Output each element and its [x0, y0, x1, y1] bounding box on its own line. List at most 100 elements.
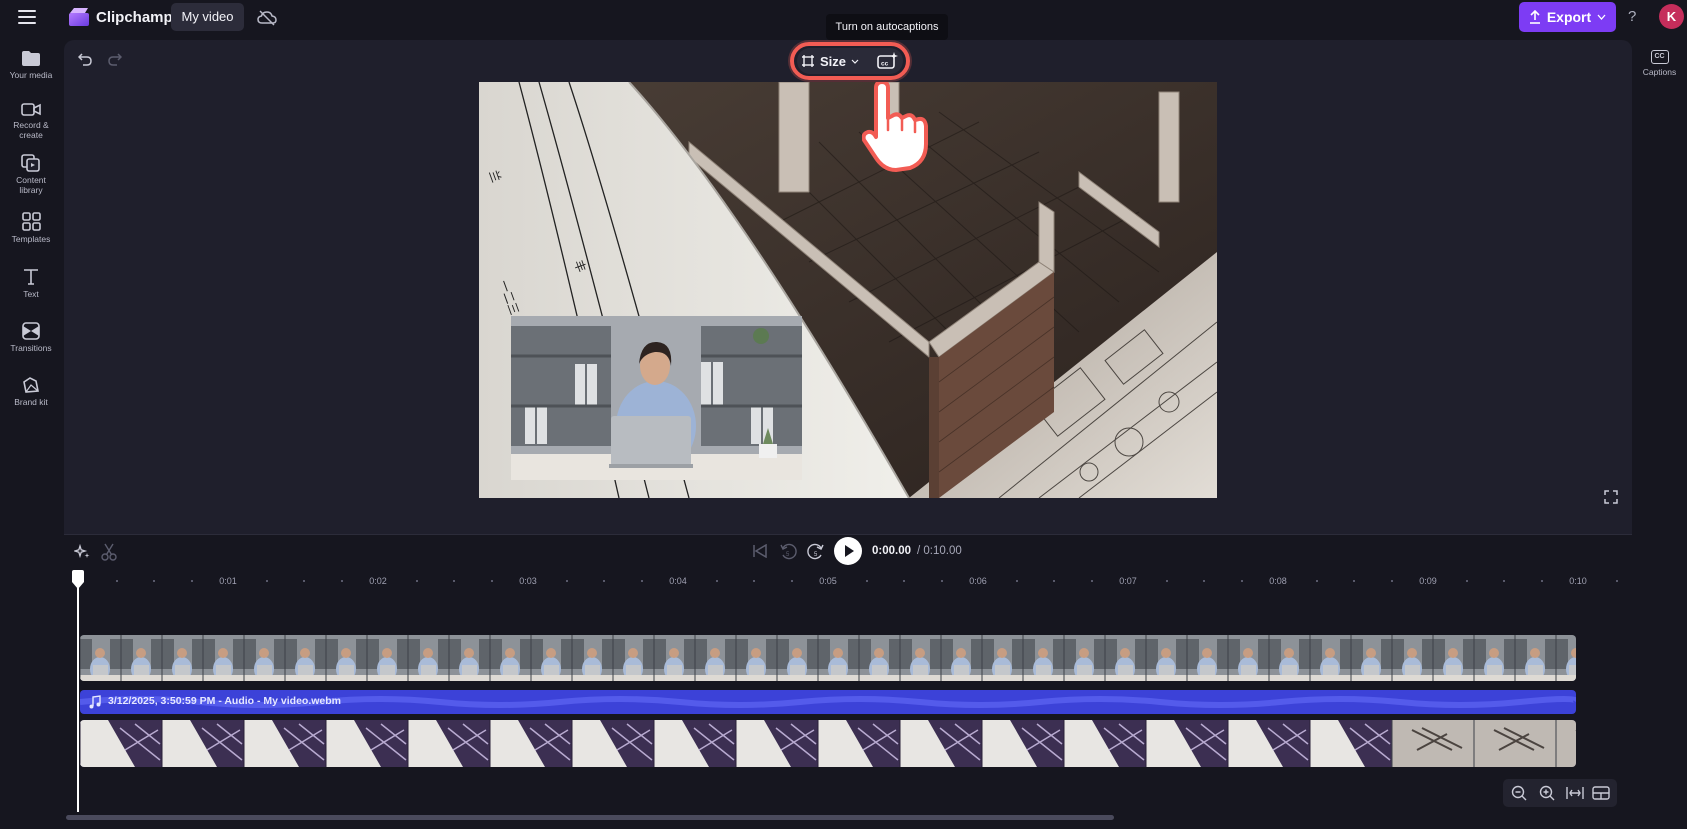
ruler-tick-dot	[1465, 580, 1468, 582]
main-thumbnail	[161, 720, 244, 767]
size-label: Size	[820, 53, 847, 69]
ruler-tick-dot	[115, 580, 118, 582]
overlay-thumbnail	[489, 635, 531, 681]
captions-icon: CC	[1650, 50, 1669, 64]
main-thumbnail	[571, 720, 654, 767]
playhead-line[interactable]	[77, 580, 79, 812]
forward-5-icon[interactable]: 5	[807, 542, 825, 560]
overlay-thumbnail	[80, 635, 121, 681]
export-button[interactable]: Export	[1519, 2, 1616, 32]
undo-icon[interactable]	[78, 52, 92, 66]
overlay-thumbnail	[325, 635, 367, 681]
timeline-ruler[interactable]: 0:01 0:02 0:03 0:04 0:05 0:06 0:07 0:08 0:09 0:10	[64, 570, 1632, 592]
main-thumbnail	[1145, 720, 1228, 767]
picture-in-picture-clip[interactable]	[511, 316, 802, 480]
left-sidebar: Your media Record & create Content libra…	[0, 40, 62, 460]
svg-text:5: 5	[786, 552, 790, 558]
svg-text:cc: cc	[881, 61, 889, 68]
video-track-main-clip[interactable]	[80, 720, 1576, 767]
overlay-thumbnail	[530, 635, 572, 681]
ruler-tick-dot	[715, 580, 718, 582]
overlay-thumbnail	[407, 635, 449, 681]
sidebar-item-content-library[interactable]: Content library	[0, 154, 62, 195]
autocaptions-button[interactable]: cc	[876, 51, 898, 71]
ruler-tick-dot	[1615, 580, 1618, 582]
rewind-5-icon[interactable]: 5	[779, 542, 797, 560]
ruler-tick-dot	[303, 580, 305, 582]
sidebar-label: Brand kit	[14, 397, 48, 407]
overlay-thumbnail	[243, 635, 285, 681]
clipchamp-editor: Clipchamp My video Export ? K Your media…	[0, 0, 1687, 829]
main-thumbnail	[653, 720, 736, 767]
avatar[interactable]: K	[1659, 4, 1684, 29]
ruler-tick-dot	[490, 580, 493, 582]
captions-panel-button[interactable]: CC Captions	[1632, 50, 1687, 77]
menu-icon[interactable]	[18, 10, 36, 24]
overlay-thumbnail	[1227, 635, 1269, 681]
pip-frame	[511, 316, 802, 480]
preview-toolbar: Size cc	[797, 48, 903, 74]
overlay-thumbnail	[202, 635, 244, 681]
sidebar-item-your-media[interactable]: Your media	[0, 50, 62, 80]
overlay-thumbnail	[120, 635, 162, 681]
skip-back-icon[interactable]	[752, 544, 768, 558]
timeline-divider	[64, 534, 1632, 535]
zoom-in-icon[interactable]	[1535, 783, 1559, 803]
playhead-handle[interactable]	[70, 570, 86, 590]
ruler-tick-dot	[753, 580, 755, 582]
timeline-layout-icon[interactable]	[1589, 783, 1613, 803]
audio-track-clip[interactable]: 3/12/2025, 3:50:59 PM - Audio - My video…	[80, 690, 1576, 714]
ruler-tick-label: 0:08	[1269, 576, 1287, 586]
sidebar-item-transitions[interactable]: Transitions	[0, 322, 62, 353]
camera-icon	[21, 103, 41, 116]
current-time: 0:00.00	[872, 545, 912, 557]
zoom-out-icon[interactable]	[1507, 783, 1531, 803]
scissors-icon[interactable]	[101, 543, 117, 561]
main-thumbnail	[407, 720, 490, 767]
cloud-offline-icon[interactable]	[257, 9, 277, 27]
redo-icon[interactable]	[108, 52, 122, 66]
sidebar-item-text[interactable]: Text	[0, 268, 62, 299]
overlay-thumbnail	[161, 635, 203, 681]
ruler-tick-dot	[190, 580, 193, 582]
ruler-tick-label: 0:04	[669, 576, 687, 586]
play-button[interactable]	[834, 537, 862, 565]
autocaptions-tooltip: Turn on autocaptions	[826, 14, 948, 40]
ruler-tick-dot	[1015, 580, 1018, 582]
overlay-thumbnail	[1473, 635, 1515, 681]
size-button[interactable]: Size	[801, 48, 859, 74]
ruler-tick-dot	[865, 580, 868, 582]
ruler-tick-dot	[640, 580, 643, 582]
sidebar-item-templates[interactable]: Templates	[0, 212, 62, 244]
sidebar-item-brand-kit[interactable]: Brand kit	[0, 376, 62, 407]
video-track-overlay-clip[interactable]	[80, 635, 1576, 681]
fullscreen-icon[interactable]	[1604, 490, 1618, 504]
magic-wand-icon[interactable]	[74, 544, 90, 560]
overlay-thumbnail	[858, 635, 900, 681]
overlay-thumbnail	[1555, 635, 1576, 681]
transitions-icon	[22, 322, 40, 340]
overlay-thumbnail	[1514, 635, 1556, 681]
project-title-tab[interactable]: My video	[171, 3, 244, 31]
help-icon[interactable]: ?	[1628, 8, 1636, 25]
ruler-tick-dot	[1053, 580, 1055, 582]
sidebar-label: Content library	[16, 175, 46, 195]
overlay-thumbnail	[1063, 635, 1105, 681]
ruler-tick-label: 0:06	[969, 576, 987, 586]
ruler-tick-dot	[415, 580, 418, 582]
fit-to-timeline-icon[interactable]	[1563, 783, 1587, 803]
pointer-hand-icon	[862, 82, 928, 172]
overlay-thumbnail	[653, 635, 695, 681]
overlay-thumbnail	[694, 635, 736, 681]
main-thumbnail	[489, 720, 572, 767]
overlay-thumbnail	[1022, 635, 1064, 681]
sidebar-item-record-create[interactable]: Record & create	[0, 102, 62, 140]
captions-label: Captions	[1642, 67, 1677, 77]
overlay-thumbnail	[448, 635, 490, 681]
total-duration: / 0:10.00	[917, 545, 962, 557]
main-thumbnail	[1391, 720, 1474, 767]
ruler-tick-dot	[603, 580, 605, 582]
ruler-tick-dot	[790, 580, 793, 582]
timeline-horizontal-scrollbar[interactable]	[66, 815, 1114, 820]
ruler-tick-dot	[153, 580, 155, 582]
